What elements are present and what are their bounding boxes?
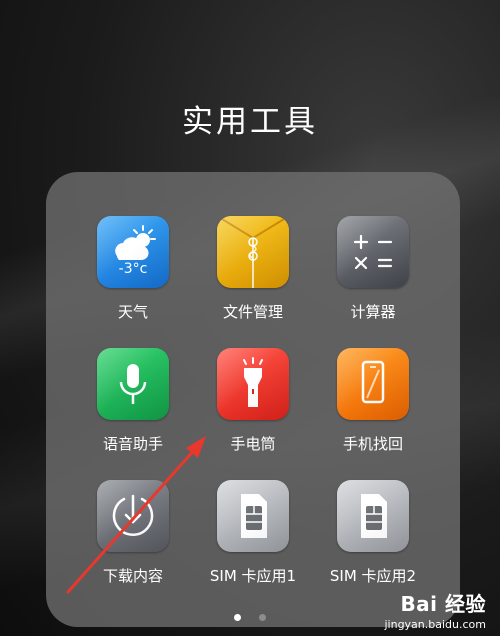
app-sim-1[interactable]: SIM 卡应用1 xyxy=(183,480,323,586)
sim-card-icon xyxy=(217,480,289,552)
calculator-icon xyxy=(337,216,409,288)
app-calculator[interactable]: 计算器 xyxy=(303,216,443,322)
page-dot-active[interactable] xyxy=(234,614,242,621)
weather-temperature: -3°c xyxy=(118,261,148,277)
app-label: SIM 卡应用2 xyxy=(329,567,417,585)
app-find-phone[interactable]: 手机找回 xyxy=(303,348,443,454)
file-manager-icon xyxy=(217,216,289,288)
app-downloads[interactable]: 下载内容 xyxy=(63,480,203,586)
app-voice-assistant[interactable]: 语音助手 xyxy=(63,348,203,454)
microphone-icon xyxy=(97,348,169,420)
app-label: 手机找回 xyxy=(342,435,403,453)
folder-panel: -3°c 天气 文件管理 计算器 语音助手 手电筒 手机找回 下载内容 SIM … xyxy=(46,172,460,627)
weather-icon: -3°c xyxy=(97,216,169,288)
app-sim-2[interactable]: SIM 卡应用2 xyxy=(303,480,443,586)
sim-card-icon xyxy=(337,480,409,552)
app-weather[interactable]: -3°c 天气 xyxy=(63,216,203,322)
app-label: 文件管理 xyxy=(222,303,283,321)
app-label: 下载内容 xyxy=(102,567,163,585)
page-dot[interactable] xyxy=(258,614,266,621)
app-flashlight[interactable]: 手电筒 xyxy=(183,348,323,454)
watermark: Bai 经验 jingyan.baidu.com xyxy=(384,588,486,631)
app-label: 天气 xyxy=(117,303,148,321)
watermark-site: jingyan.baidu.com xyxy=(384,618,486,631)
download-icon xyxy=(97,480,169,552)
watermark-logo: Bai 经验 xyxy=(400,592,486,616)
app-label: 计算器 xyxy=(350,303,396,321)
flashlight-icon xyxy=(217,348,289,420)
app-label: 手电筒 xyxy=(230,435,276,453)
app-label: 语音助手 xyxy=(102,435,163,453)
app-label: SIM 卡应用1 xyxy=(209,567,297,585)
app-file-manager[interactable]: 文件管理 xyxy=(183,216,323,322)
find-phone-icon xyxy=(337,348,409,420)
folder-title: 实用工具 xyxy=(182,104,318,140)
